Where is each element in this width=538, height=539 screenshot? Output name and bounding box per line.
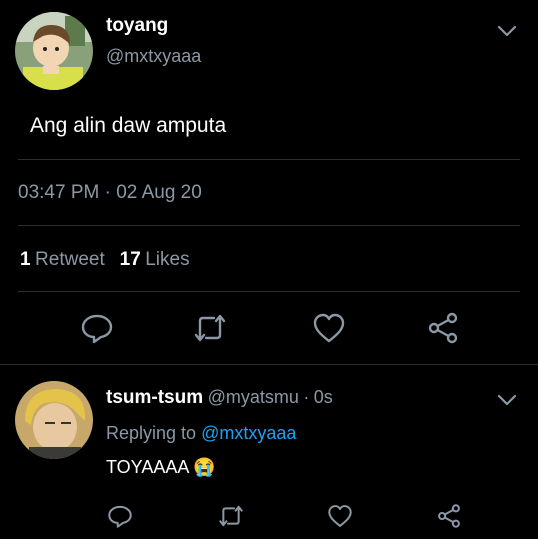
like-icon[interactable] <box>312 311 346 345</box>
replying-prefix: Replying to <box>106 423 197 443</box>
like-icon[interactable] <box>327 503 353 529</box>
author-display-name[interactable]: toyang <box>106 15 168 37</box>
reply-author-avatar[interactable] <box>15 381 93 459</box>
tweet-date: 02 Aug 20 <box>116 182 202 203</box>
chevron-down-icon[interactable] <box>496 20 518 42</box>
reply-header: tsum-tsum @myatsmu · 0s <box>106 387 333 409</box>
reply-age: 0s <box>313 387 333 407</box>
divider <box>18 291 520 292</box>
divider <box>18 159 520 160</box>
divider <box>18 225 520 226</box>
reply-icon[interactable] <box>80 311 114 345</box>
crying-emoji: 😭 <box>193 457 216 477</box>
likes-label: Likes <box>145 249 190 270</box>
replying-to: Replying to @mxtxyaaa <box>106 423 296 444</box>
author-handle[interactable]: @mxtxyaaa <box>106 46 201 67</box>
retweets-label: Retweet <box>35 249 105 270</box>
tweet-stats: 1 Retweet 17 Likes <box>20 249 190 271</box>
retweet-icon[interactable] <box>217 503 245 529</box>
reply-text: TOYAAAA <box>106 457 189 477</box>
likes-count: 17 <box>119 249 141 270</box>
retweets-count: 1 <box>20 249 31 270</box>
retweets-stat[interactable]: 1 Retweet <box>20 249 109 270</box>
tweet-time: 03:47 PM <box>18 182 100 203</box>
reply-text-row: TOYAAAA 😭 <box>106 457 216 478</box>
reply-handle[interactable]: @myatsmu <box>208 387 299 407</box>
divider <box>0 364 538 365</box>
likes-stat[interactable]: 17 Likes <box>119 249 190 270</box>
replying-to-handle-link[interactable]: @mxtxyaaa <box>201 423 296 443</box>
share-icon[interactable] <box>426 311 460 345</box>
reply-icon[interactable] <box>107 503 133 529</box>
reply-display-name[interactable]: tsum-tsum <box>106 387 203 408</box>
tweet-text: Ang alin daw amputa <box>30 114 227 137</box>
author-avatar[interactable] <box>15 12 93 90</box>
retweet-icon[interactable] <box>192 311 228 345</box>
chevron-down-icon[interactable] <box>496 389 518 411</box>
share-icon[interactable] <box>436 503 462 529</box>
tweet-timestamp: 03:47 PM · 02 Aug 20 <box>18 182 202 204</box>
meta-separator: · <box>303 387 310 407</box>
meta-separator: · <box>104 182 111 203</box>
